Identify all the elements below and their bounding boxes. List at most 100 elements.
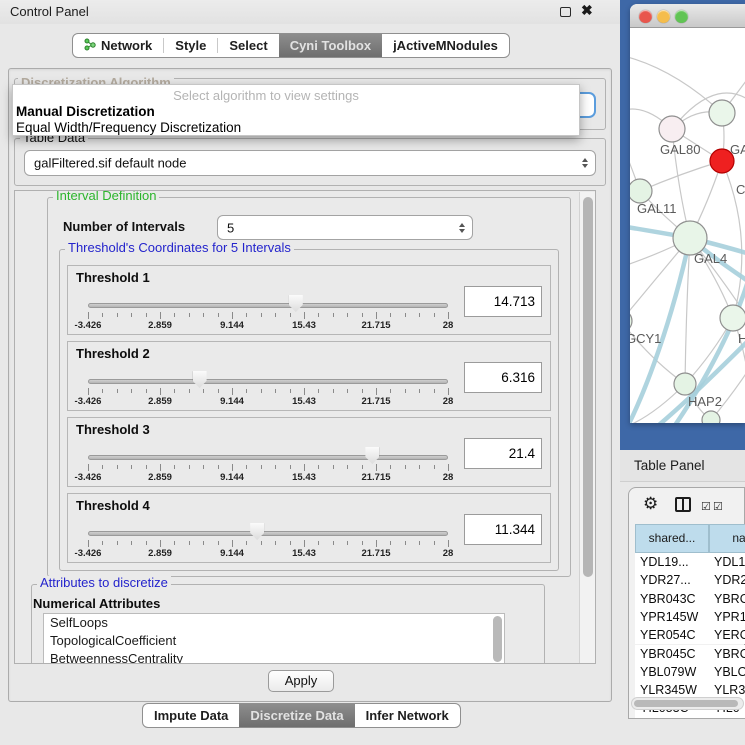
network-node[interactable]: [674, 373, 696, 395]
attribute-list-item[interactable]: BetweennessCentrality: [44, 650, 504, 664]
panel-scrollbar-thumb[interactable]: [583, 197, 593, 577]
slider-tick: [203, 313, 204, 317]
tab-network[interactable]: Network: [73, 34, 163, 57]
mac-zoom-icon[interactable]: [675, 10, 688, 23]
network-node[interactable]: [720, 305, 745, 331]
top-tab-bar: NetworkStyleSelectCyni ToolboxjActiveMNo…: [72, 33, 510, 58]
node-attribute-table[interactable]: shared...naYDL19...YDL1YDR27...YDR2YBR04…: [635, 524, 745, 718]
attribute-list-item[interactable]: SelfLoops: [44, 614, 504, 632]
threshold-value-field[interactable]: 14.713: [464, 286, 542, 317]
table-cell[interactable]: YBL079W: [635, 663, 709, 681]
table-cell[interactable]: YBLO: [709, 663, 745, 681]
slider-thumb[interactable]: [289, 295, 303, 312]
slider-tick: [88, 388, 89, 395]
table-column-header[interactable]: shared...: [635, 524, 709, 553]
table-cell[interactable]: YPR1: [709, 608, 745, 626]
gear-icon[interactable]: ⚙: [643, 494, 658, 514]
table-hscrollbar[interactable]: [631, 697, 744, 710]
table-cell[interactable]: YER054C: [635, 626, 709, 644]
slider-tick: [434, 465, 435, 469]
table-cell[interactable]: YDR27...: [635, 571, 709, 589]
table-cell[interactable]: YDL19...: [635, 553, 709, 571]
numerical-attributes-list[interactable]: SelfLoopsTopologicalCoefficientBetweenne…: [43, 613, 505, 664]
slider-tick: [275, 465, 276, 469]
network-node[interactable]: [630, 310, 632, 332]
network-icon: [84, 38, 96, 54]
network-node[interactable]: [709, 100, 735, 126]
checkbox-icon[interactable]: ☑: [701, 500, 711, 513]
slider-tick: [419, 541, 420, 545]
slider-tick-label: 15.43: [292, 396, 316, 407]
slider-track[interactable]: [88, 379, 448, 384]
network-graph[interactable]: GAL80GACGAL11GAL4GCY1HHAP2: [630, 29, 745, 423]
panel-scrollbar-track[interactable]: [579, 192, 595, 663]
tab-jactivemnodules[interactable]: jActiveMNodules: [382, 34, 509, 57]
algorithm-option-manual[interactable]: Manual Discretization: [16, 104, 155, 119]
apply-button[interactable]: Apply: [268, 670, 334, 692]
slider-thumb[interactable]: [365, 447, 379, 464]
table-cell[interactable]: YBRO: [709, 590, 745, 608]
table-cell[interactable]: YBR045C: [635, 645, 709, 663]
table-panel-header: Table Panel: [620, 450, 745, 482]
network-edge: [711, 359, 745, 420]
slider-tick: [434, 389, 435, 393]
network-window[interactable]: GAL80GACGAL11GAL4GCY1HHAP2: [630, 4, 745, 423]
number-of-intervals-combobox[interactable]: 5: [217, 215, 473, 240]
tab-impute-data[interactable]: Impute Data: [143, 704, 239, 727]
slider-track[interactable]: [88, 531, 448, 536]
network-node[interactable]: [659, 116, 685, 142]
table-column-header[interactable]: na: [709, 524, 745, 553]
slider-tick: [246, 313, 247, 317]
table-cell[interactable]: YBR043C: [635, 590, 709, 608]
tab-style[interactable]: Style: [164, 34, 217, 57]
mac-minimize-icon[interactable]: [657, 10, 670, 23]
slider-tick: [174, 465, 175, 469]
algorithm-option-equal-width[interactable]: Equal Width/Frequency Discretization: [16, 120, 241, 135]
slider-tick: [246, 389, 247, 393]
table-cell[interactable]: YDR2: [709, 571, 745, 589]
slider-tick: [246, 541, 247, 545]
split-columns-icon[interactable]: [675, 497, 691, 512]
threshold-value-field[interactable]: 11.344: [464, 514, 542, 545]
threshold-value-field[interactable]: 21.4: [464, 438, 542, 469]
slider-tick: [405, 541, 406, 545]
slider-tick: [347, 313, 348, 317]
slider-tick: [232, 540, 233, 547]
interval-definition-title: Interval Definition: [53, 190, 159, 203]
tab-select[interactable]: Select: [218, 34, 278, 57]
slider-tick: [333, 313, 334, 317]
slider-thumb[interactable]: [193, 371, 207, 388]
slider-tick: [362, 465, 363, 469]
tab-cyni-toolbox[interactable]: Cyni Toolbox: [279, 34, 382, 57]
network-node[interactable]: [673, 221, 707, 255]
table-data-combobox[interactable]: galFiltered.sif default node: [24, 150, 596, 176]
table-cell[interactable]: YDL1: [709, 553, 745, 571]
slider-tick: [362, 389, 363, 393]
mac-close-icon[interactable]: [639, 10, 652, 23]
network-node[interactable]: [702, 411, 720, 423]
float-window-icon[interactable]: [560, 7, 571, 17]
network-window-titlebar[interactable]: [630, 4, 745, 28]
tab-label: Impute Data: [154, 708, 228, 723]
slider-track[interactable]: [88, 455, 448, 460]
slider-tick-label: 2.859: [148, 320, 172, 331]
slider-tick: [390, 541, 391, 545]
table-cell[interactable]: YBRO: [709, 645, 745, 663]
close-icon[interactable]: ✖: [581, 2, 593, 19]
network-edge: [630, 54, 722, 113]
slider-thumb[interactable]: [250, 523, 264, 540]
slider-tick-label: 21.715: [361, 472, 390, 483]
slider-track[interactable]: [88, 303, 448, 308]
tab-infer-network[interactable]: Infer Network: [355, 704, 460, 727]
slider-tick: [117, 389, 118, 393]
attributes-scrollbar[interactable]: [493, 616, 502, 662]
threshold-value-field[interactable]: 6.316: [464, 362, 542, 393]
checkbox-icon[interactable]: ☑: [713, 500, 723, 513]
attribute-list-item[interactable]: TopologicalCoefficient: [44, 632, 504, 650]
table-cell[interactable]: YPR145W: [635, 608, 709, 626]
network-canvas[interactable]: GAL80GACGAL11GAL4GCY1HHAP2: [630, 29, 745, 423]
slider-tick: [434, 541, 435, 545]
network-node[interactable]: [630, 179, 652, 203]
table-cell[interactable]: YERO: [709, 626, 745, 644]
tab-discretize-data[interactable]: Discretize Data: [239, 704, 354, 727]
